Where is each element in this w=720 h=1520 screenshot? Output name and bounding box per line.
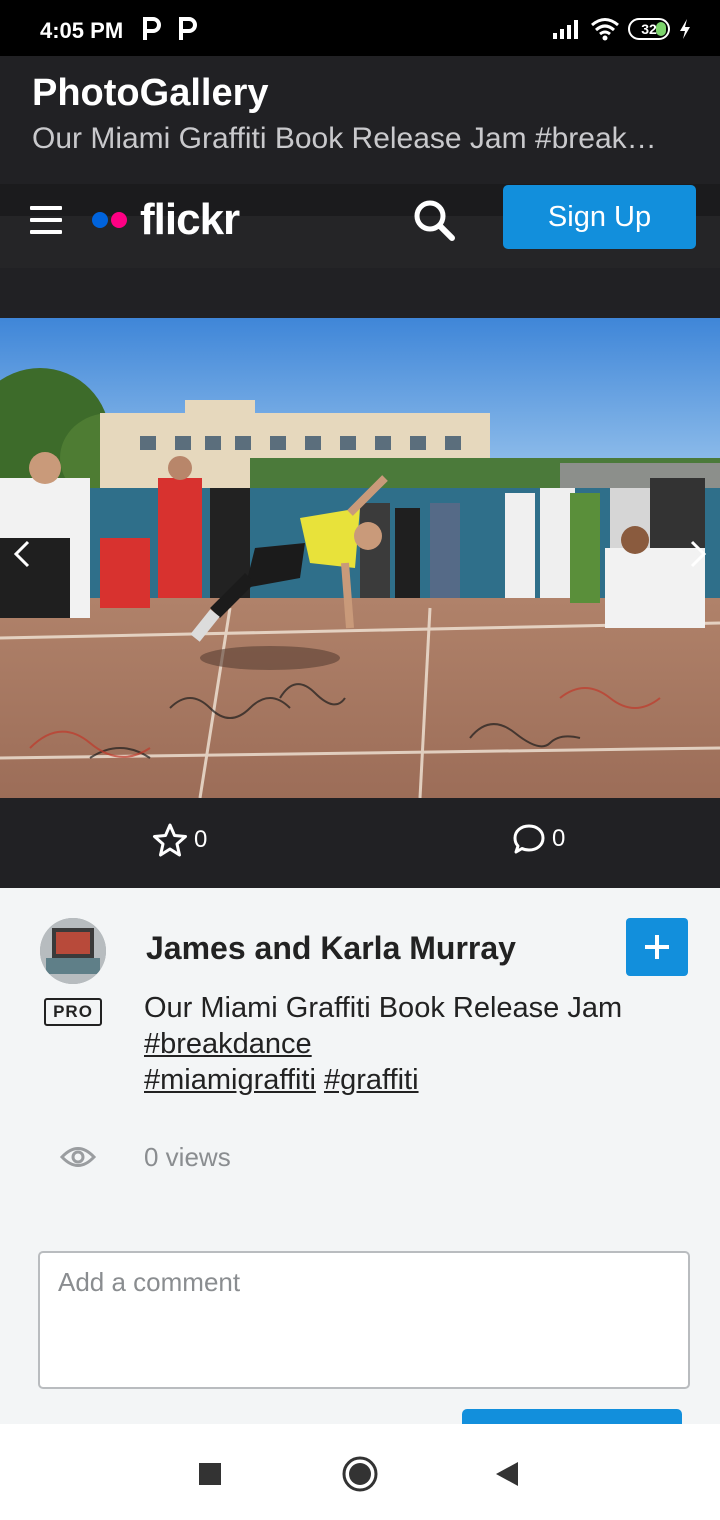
avatar[interactable]	[40, 918, 106, 984]
status-icons: 32	[552, 16, 692, 42]
follow-button[interactable]	[626, 918, 688, 976]
battery-level: 32	[641, 21, 657, 37]
comments-count: 0	[552, 825, 566, 852]
app-title: PhotoGallery	[32, 72, 269, 114]
battery-icon: 32	[628, 18, 670, 40]
logo-pink-dot	[111, 212, 127, 228]
comment-icon	[513, 824, 545, 854]
status-bar: 4:05 PM 32	[0, 0, 720, 56]
menu-icon[interactable]	[30, 204, 62, 236]
search-icon[interactable]	[410, 196, 458, 244]
author-name[interactable]: James and Karla Murray	[146, 930, 576, 967]
star-icon	[153, 823, 187, 857]
description-text: Our Miami Graffiti Book Release Jam	[144, 992, 623, 1024]
tag-link[interactable]: #graffiti	[324, 1064, 419, 1096]
parking-icon	[143, 17, 161, 40]
photo-subtitle: Our Miami Graffiti Book Release Jam #bre…	[32, 122, 672, 155]
back-icon[interactable]	[488, 1454, 528, 1494]
status-time: 4:05 PM	[40, 18, 124, 43]
eye-icon	[60, 1147, 96, 1167]
header-spacer	[0, 268, 720, 318]
home-icon[interactable]	[340, 1454, 380, 1494]
comments-button[interactable]: 0	[512, 822, 565, 856]
next-photo-arrow-icon[interactable]	[686, 538, 710, 570]
pro-badge: PRO	[44, 998, 102, 1026]
previous-photo-arrow-icon[interactable]	[10, 538, 34, 570]
photo-info-panel: PRO James and Karla Murray Our Miami Gra…	[0, 888, 720, 1439]
recent-apps-icon[interactable]	[190, 1454, 230, 1494]
tag-link[interactable]: #breakdance	[144, 1028, 312, 1060]
photo-stats-bar: 0 0	[0, 798, 720, 888]
photo-description: Our Miami Graffiti Book Release Jam #bre…	[144, 990, 654, 1098]
photo-image	[0, 318, 720, 798]
comment-input[interactable]	[38, 1251, 690, 1389]
parking-icon	[179, 17, 197, 40]
signal-icon	[553, 20, 578, 39]
sign-up-button[interactable]: Sign Up	[503, 185, 696, 249]
logo-blue-dot	[92, 212, 108, 228]
views-count: 0 views	[144, 1142, 231, 1172]
app-header: PhotoGallery Our Miami Graffiti Book Rel…	[0, 56, 720, 184]
avatar-image	[40, 918, 106, 984]
tag-link[interactable]: #miamigraffiti	[144, 1064, 316, 1096]
logo-text: flickr	[140, 195, 240, 244]
favorites-count: 0	[194, 826, 208, 853]
system-navigation-bar	[0, 1424, 720, 1520]
charging-icon	[680, 19, 690, 39]
photo[interactable]	[0, 318, 720, 798]
favorite-button[interactable]: 0	[152, 822, 207, 858]
flickr-logo[interactable]: flickr	[92, 192, 240, 248]
flickr-navbar: flickr Sign Up	[0, 184, 720, 268]
wifi-icon	[591, 18, 619, 41]
